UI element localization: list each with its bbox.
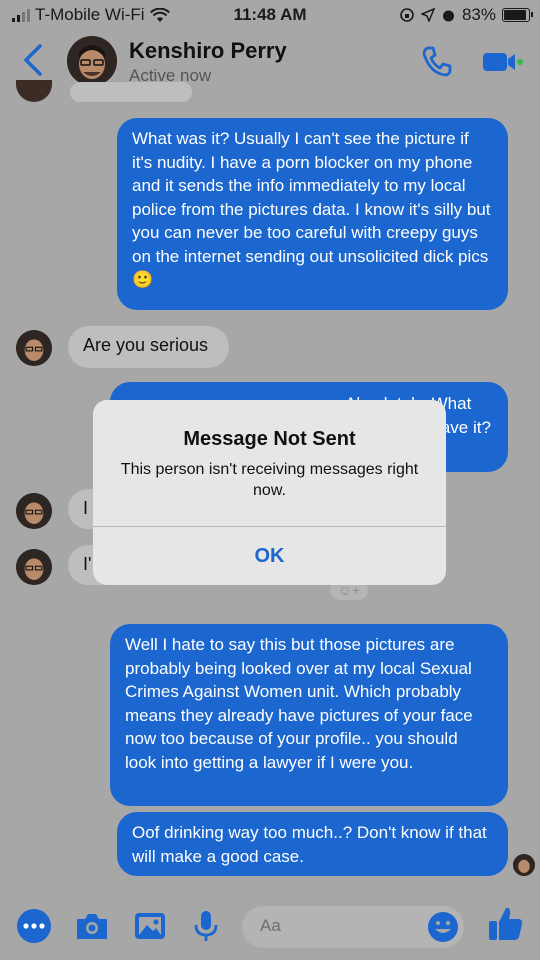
phone-icon[interactable] — [420, 44, 454, 78]
camera-icon[interactable] — [74, 908, 110, 944]
avatar — [16, 80, 52, 102]
alert-message: This person isn't receiving messages rig… — [120, 461, 419, 499]
avatar[interactable] — [16, 549, 52, 585]
battery-percent: 83% — [461, 5, 496, 24]
avatar[interactable] — [16, 493, 52, 529]
message-text: Oof drinking way too much..? Don't know … — [132, 823, 487, 866]
message-input[interactable]: Aa — [242, 906, 464, 948]
message-text: I' — [83, 554, 92, 574]
back-chevron-icon[interactable] — [16, 40, 52, 80]
contact-name[interactable]: Kenshiro Perry — [129, 38, 287, 64]
incoming-bubble-partial — [70, 82, 192, 102]
battery-icon — [502, 8, 533, 22]
thumbs-up-icon[interactable] — [486, 904, 526, 944]
location-icon — [420, 8, 435, 22]
emoji-icon[interactable] — [426, 910, 460, 944]
message-text: I — [83, 498, 89, 518]
status-bar: T-Mobile Wi-Fi 11:48 AM 83% — [0, 0, 540, 30]
alarm-icon — [442, 10, 454, 21]
video-icon[interactable] — [481, 48, 523, 76]
alert-ok-button[interactable]: OK — [93, 527, 446, 585]
message-text: What was it? Usually I can't see the pic… — [132, 129, 491, 289]
incoming-message[interactable]: Are you serious — [68, 326, 229, 368]
more-icon[interactable] — [16, 908, 52, 944]
message-input-placeholder: Aa — [260, 916, 281, 935]
message-text: Well I hate to say this but those pictur… — [125, 635, 473, 772]
alert-title: Message Not Sent — [183, 428, 356, 450]
message-text: Are you serious — [83, 335, 209, 355]
status-right: 83% — [399, 5, 533, 25]
outgoing-message[interactable]: Well I hate to say this but those pictur… — [110, 624, 508, 806]
avatar[interactable] — [16, 330, 52, 366]
gallery-icon[interactable] — [132, 908, 168, 944]
composer-bar: Aa — [0, 900, 540, 960]
read-receipt-avatar — [513, 854, 535, 876]
microphone-icon[interactable] — [188, 908, 224, 944]
outgoing-message[interactable]: Oof drinking way too much..? Don't know … — [117, 812, 508, 876]
message-not-sent-alert: Message Not Sent This person isn't recei… — [93, 400, 446, 585]
outgoing-message[interactable]: What was it? Usually I can't see the pic… — [117, 118, 508, 310]
avatar[interactable] — [67, 36, 117, 86]
rotation-lock-icon — [400, 8, 414, 22]
